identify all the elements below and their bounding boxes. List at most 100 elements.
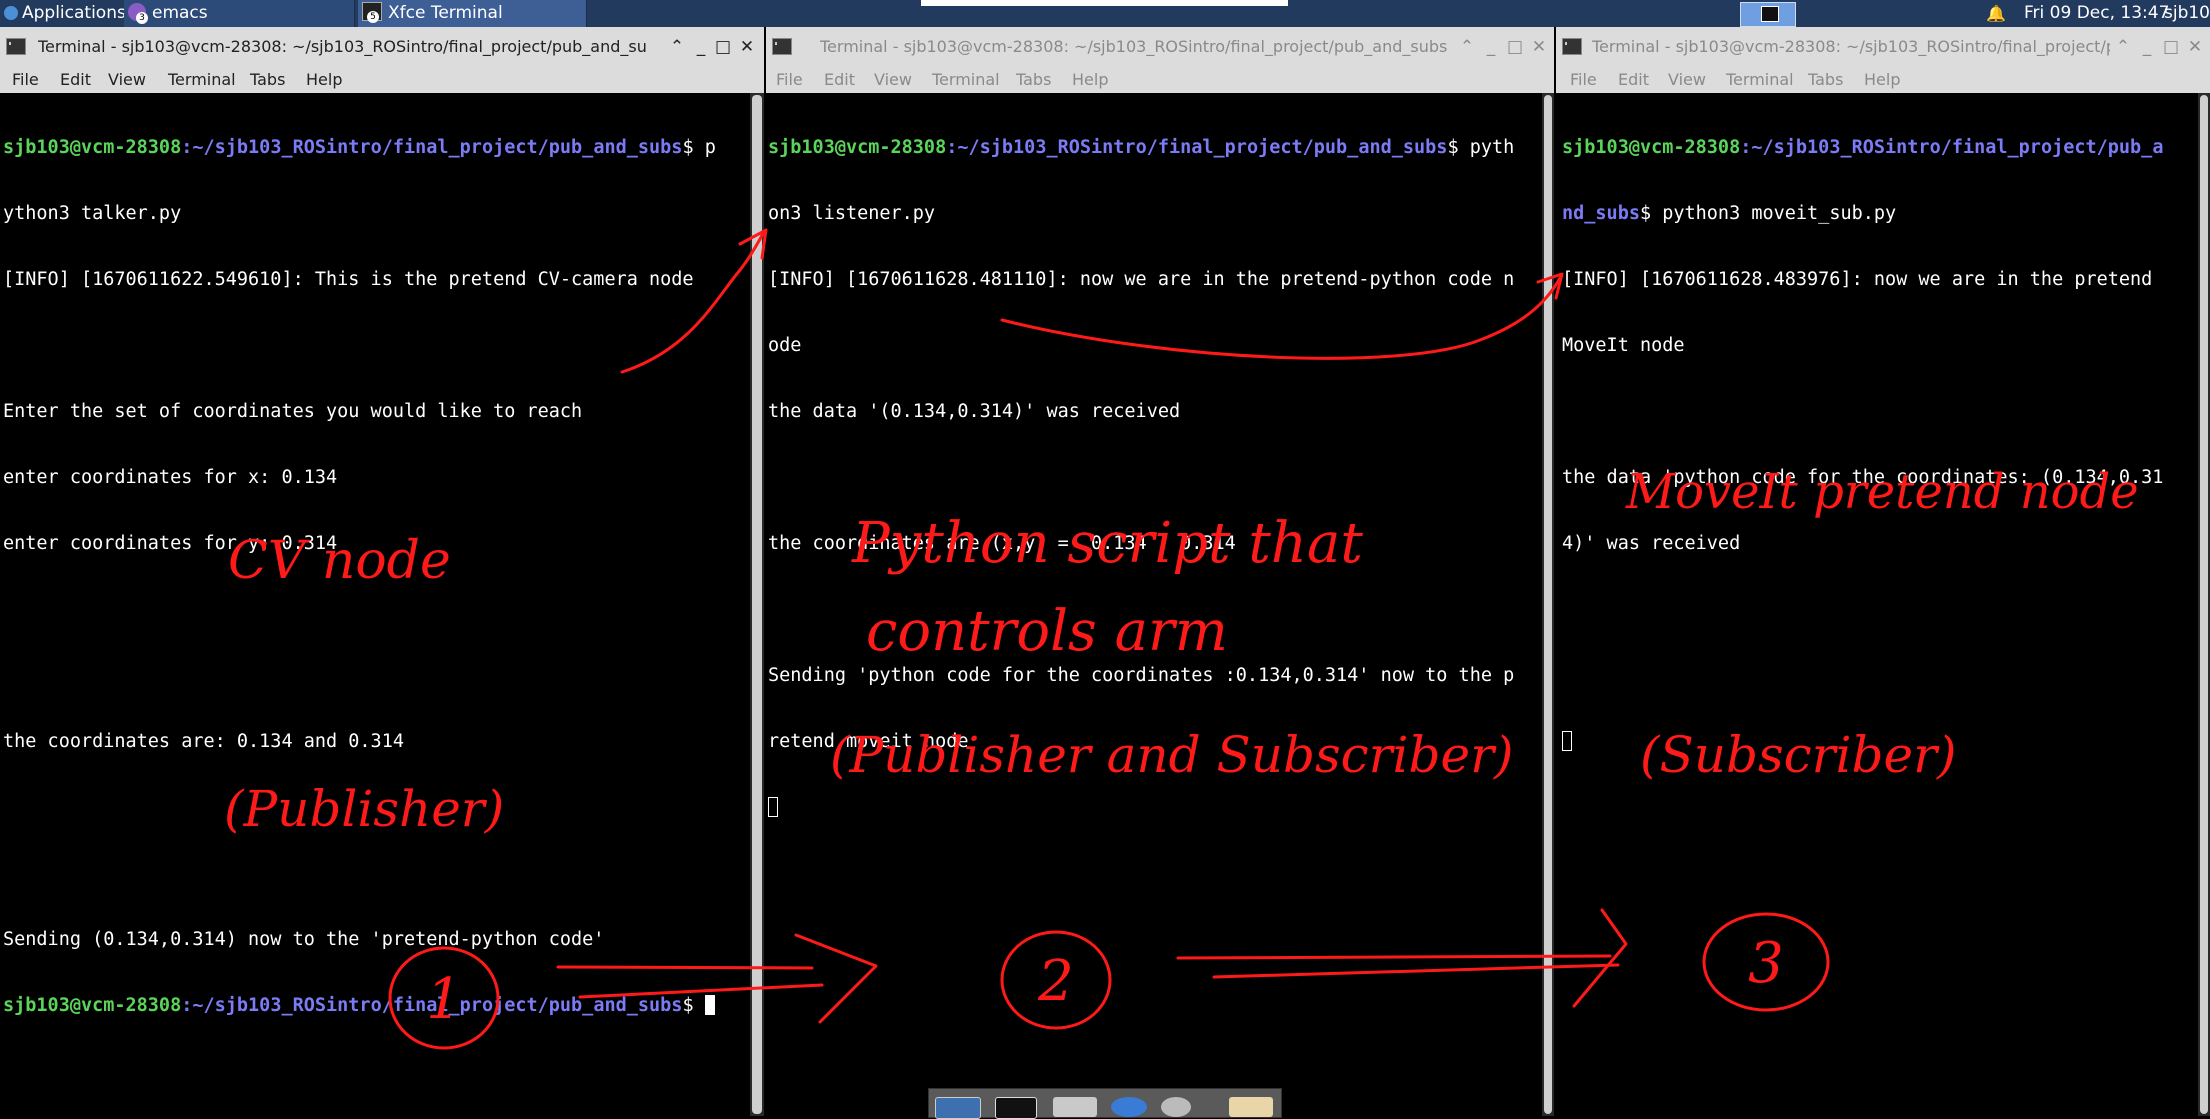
- prompt-line: sjb103@vcm-28308:~/sjb103_ROSintro/final…: [768, 137, 1515, 158]
- cursor-line: [768, 797, 1538, 819]
- terminal-window-talker[interactable]: Terminal - sjb103@vcm-28308: ~/sjb103_RO…: [0, 27, 764, 1116]
- menu-terminal[interactable]: Terminal: [932, 67, 1000, 93]
- task-xfce-terminal[interactable]: 5 Xfce Terminal: [358, 0, 587, 27]
- workspace-terminal-icon: [1761, 6, 1779, 22]
- notification-bell-icon[interactable]: 🔔: [1986, 0, 2006, 27]
- user-name[interactable]: sjb103: [2164, 0, 2210, 27]
- scrollbar-thumb[interactable]: [752, 95, 762, 1114]
- workspace-switcher[interactable]: [1740, 2, 1796, 27]
- task-emacs[interactable]: 3 emacs: [124, 0, 355, 27]
- applications-menu[interactable]: Applications: [0, 0, 126, 27]
- menu-view[interactable]: View: [108, 67, 146, 93]
- menu-tabs[interactable]: Tabs: [1808, 67, 1843, 93]
- menu-terminal[interactable]: Terminal: [168, 67, 236, 93]
- scrollbar[interactable]: [2198, 93, 2210, 1116]
- window-title: Terminal - sjb103@vcm-28308: ~/sjb103_RO…: [820, 37, 1448, 56]
- maximize-button[interactable]: □: [1504, 27, 1526, 67]
- terminal-output[interactable]: sjb103@vcm-28308:~/sjb103_ROSintro/final…: [768, 93, 1538, 1116]
- blank-panel-area: [921, 0, 1288, 6]
- terminal-line: Enter the set of coordinates you would l…: [3, 401, 583, 422]
- menu-tabs[interactable]: Tabs: [1016, 67, 1051, 93]
- terminal-line: ode: [768, 335, 802, 356]
- window-title: Terminal - sjb103@vcm-28308: ~/sjb103_RO…: [38, 37, 648, 56]
- terminal-line: [INFO] [1670611628.481110]: now we are i…: [768, 269, 1515, 290]
- terminal-line: retend moveit node: [768, 731, 969, 752]
- task-label: Xfce Terminal: [388, 3, 503, 23]
- chevron-up-icon[interactable]: ⌃: [2112, 27, 2134, 67]
- clock[interactable]: Fri 09 Dec, 13:47: [2024, 0, 2169, 27]
- scrollbar[interactable]: [1542, 93, 1554, 1116]
- prompt-line: sjb103@vcm-28308:~/sjb103_ROSintro/final…: [3, 995, 748, 1017]
- folder-icon[interactable]: [1229, 1097, 1273, 1117]
- terminal-line: the data 'python code for the coordinate…: [1562, 467, 2164, 488]
- prompt-line: nd_subs$ python3 moveit_sub.py: [1562, 203, 1897, 224]
- menu-edit[interactable]: Edit: [60, 67, 91, 93]
- scrollbar-thumb[interactable]: [2200, 95, 2208, 1114]
- file-manager-icon[interactable]: [1053, 1097, 1097, 1117]
- terminal-window-listener[interactable]: Terminal - sjb103@vcm-28308: ~/sjb103_RO…: [766, 27, 1554, 1116]
- menu-file[interactable]: File: [776, 67, 803, 93]
- terminal-icon: [772, 38, 792, 55]
- task-label: emacs: [152, 3, 208, 23]
- maximize-button[interactable]: □: [2160, 27, 2182, 67]
- dock: [928, 1088, 1282, 1119]
- menu-help[interactable]: Help: [1072, 67, 1108, 93]
- terminal-icon: [1562, 38, 1582, 55]
- close-button[interactable]: ✕: [2184, 27, 2206, 67]
- terminal-window-moveit[interactable]: Terminal - sjb103@vcm-28308: ~/sjb103_RO…: [1556, 27, 2210, 1116]
- prompt-line: sjb103@vcm-28308:~/sjb103_ROSintro/final…: [1562, 137, 2164, 158]
- window-title: Terminal - sjb103@vcm-28308: ~/sjb103_RO…: [1592, 37, 2110, 56]
- menu-view[interactable]: View: [1668, 67, 1706, 93]
- maximize-button[interactable]: □: [712, 27, 734, 67]
- terminal-line: 4)' was received: [1562, 533, 1741, 554]
- terminal-line: enter coordinates for x: 0.134: [3, 467, 338, 488]
- scrollbar-thumb[interactable]: [1544, 95, 1552, 1114]
- app-finder-icon[interactable]: [1161, 1097, 1191, 1117]
- menu-file[interactable]: File: [1570, 67, 1597, 93]
- menu-help[interactable]: Help: [1864, 67, 1900, 93]
- terminal-icon: 5: [362, 2, 382, 23]
- title-bar[interactable]: Terminal - sjb103@vcm-28308: ~/sjb103_RO…: [1556, 27, 2210, 67]
- chevron-up-icon[interactable]: ⌃: [1456, 27, 1478, 67]
- terminal-line: the coordinates are (x,y) = 0.134 , 0.31…: [768, 533, 1236, 554]
- title-bar[interactable]: Terminal - sjb103@vcm-28308: ~/sjb103_RO…: [766, 27, 1554, 67]
- minimize-button[interactable]: _: [2136, 27, 2158, 67]
- terminal-line: MoveIt node: [1562, 335, 1685, 356]
- scrollbar[interactable]: [750, 93, 764, 1116]
- menu-edit[interactable]: Edit: [824, 67, 855, 93]
- menu-terminal[interactable]: Terminal: [1726, 67, 1794, 93]
- top-panel: Applications 3 emacs 5 Xfce Terminal 🔔 Fri…: [0, 0, 2210, 27]
- text-cursor: [1562, 731, 1572, 751]
- close-button[interactable]: ✕: [1528, 27, 1550, 67]
- terminal-line: on3 listener.py: [768, 203, 936, 224]
- terminal-line: Sending 'python code for the coordinates…: [768, 665, 1515, 686]
- web-browser-icon[interactable]: [1111, 1097, 1147, 1117]
- task-count-badge: 5: [367, 11, 379, 23]
- terminal-line: the data '(0.134,0.314)' was received: [768, 401, 1181, 422]
- task-count-badge: 3: [136, 12, 148, 24]
- xfce-logo-icon: [4, 6, 18, 20]
- terminal-output[interactable]: sjb103@vcm-28308:~/sjb103_ROSintro/final…: [3, 93, 748, 1116]
- menu-help[interactable]: Help: [306, 67, 342, 93]
- terminal-output[interactable]: sjb103@vcm-28308:~/sjb103_ROSintro/final…: [1562, 93, 2194, 1116]
- terminal-line: [INFO] [1670611628.483976]: now we are i…: [1562, 269, 2153, 290]
- minimize-button[interactable]: _: [1480, 27, 1502, 67]
- terminal-line: the coordinates are: 0.134 and 0.314: [3, 731, 404, 752]
- terminal-line: [INFO] [1670611622.549610]: This is the …: [3, 269, 694, 290]
- menu-tabs[interactable]: Tabs: [250, 67, 285, 93]
- menu-edit[interactable]: Edit: [1618, 67, 1649, 93]
- menu-view[interactable]: View: [874, 67, 912, 93]
- menu-file[interactable]: File: [12, 67, 39, 93]
- close-button[interactable]: ✕: [736, 27, 758, 67]
- minimize-button[interactable]: _: [690, 27, 712, 67]
- text-cursor: [768, 797, 778, 817]
- title-bar[interactable]: Terminal - sjb103@vcm-28308: ~/sjb103_RO…: [0, 27, 764, 67]
- chevron-up-icon[interactable]: ⌃: [666, 27, 688, 67]
- menu-bar: File Edit View Terminal Tabs Help: [766, 67, 1554, 93]
